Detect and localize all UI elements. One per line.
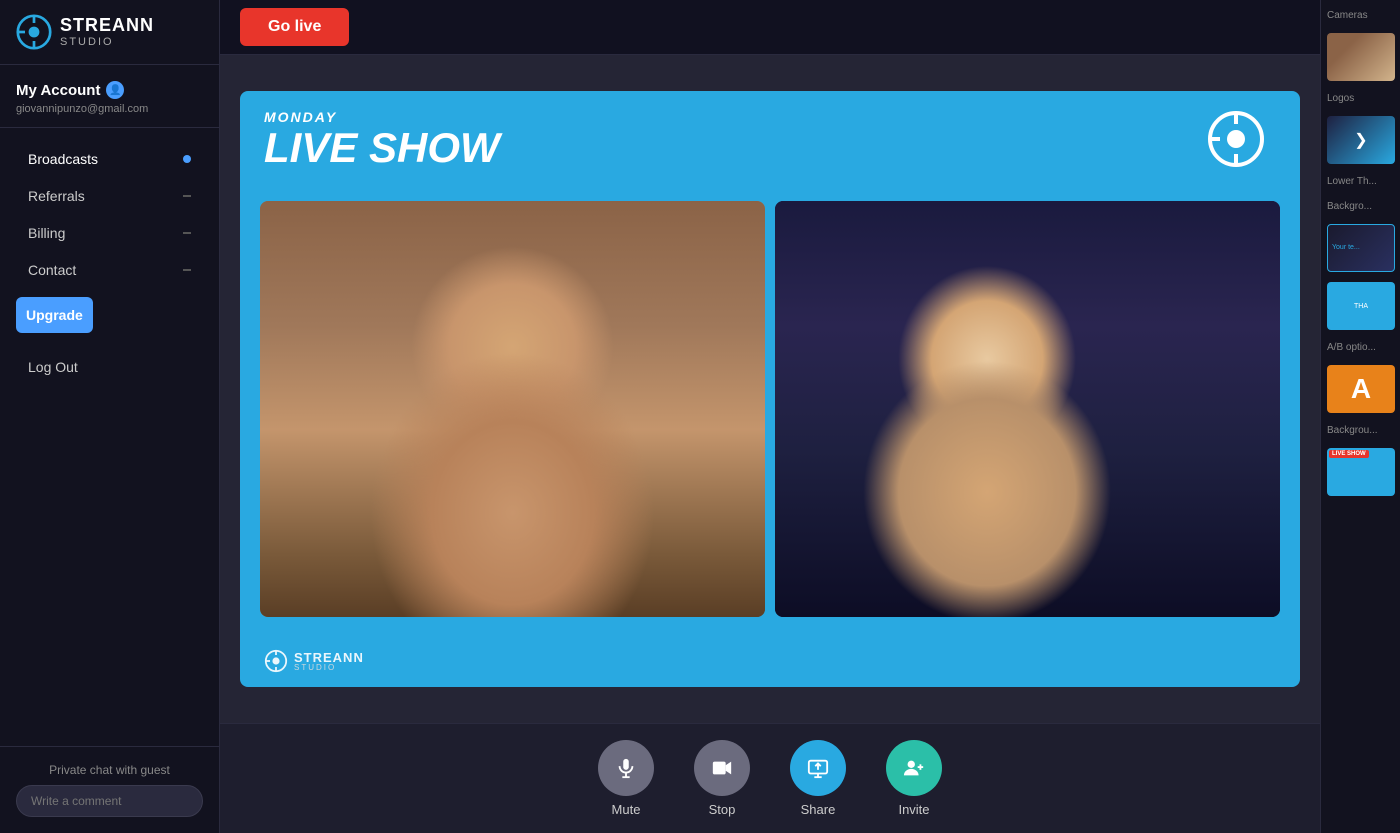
ab-options-section-label: A/B optio... — [1327, 340, 1394, 355]
stop-icon — [694, 740, 750, 796]
cameras-grid — [260, 201, 1280, 617]
stop-label: Stop — [709, 802, 736, 817]
add-user-icon — [903, 757, 925, 779]
logout-label: Log Out — [28, 359, 78, 375]
share-label: Share — [801, 802, 836, 817]
right-panel: Cameras Logos ❯ Lower Th... Backgro... Y… — [1320, 0, 1400, 833]
stop-button[interactable]: Stop — [694, 740, 750, 817]
logo-studio: STUDIO — [60, 36, 154, 48]
mute-icon — [598, 740, 654, 796]
billing-label: Billing — [28, 225, 65, 241]
sidebar-account: My Account 👤 giovannipunzo@gmail.com — [0, 65, 219, 128]
stage-watermark: STREANN STUDIO — [264, 649, 364, 673]
private-chat-section: Private chat with guest — [0, 746, 219, 833]
microphone-icon — [615, 757, 637, 779]
stage-logo — [1196, 109, 1276, 174]
lower-third-section-label: Lower Th... — [1327, 174, 1394, 189]
referrals-dash-icon — [183, 195, 191, 197]
lower-third-text-2: THA — [1352, 301, 1370, 312]
sidebar-logo: STREANN STUDIO — [0, 0, 219, 65]
account-email: giovannipunzo@gmail.com — [16, 103, 203, 115]
sidebar-item-logout[interactable]: Log Out — [8, 349, 211, 385]
billing-dash-icon — [183, 232, 191, 234]
invite-icon — [886, 740, 942, 796]
broadcasts-label: Broadcasts — [28, 151, 98, 167]
contact-dash-icon — [183, 269, 191, 271]
person-right-video — [775, 201, 1280, 617]
comment-input[interactable] — [16, 785, 203, 817]
user-icon: 👤 — [106, 81, 124, 99]
lower-third-text: Your te... — [1332, 244, 1360, 252]
video-area: MONDAY LIVE SHOW — [220, 55, 1320, 723]
logo-streann: STREANN — [60, 16, 154, 36]
streann-stage-logo-icon — [1196, 109, 1276, 169]
upgrade-button[interactable]: Upgrade — [16, 297, 93, 333]
controls-bar: Mute Stop Share — [220, 723, 1320, 833]
camera-stop-icon — [711, 757, 733, 779]
broadcasts-dot-icon — [183, 155, 191, 163]
mute-button[interactable]: Mute — [598, 740, 654, 817]
camera-feed-right — [775, 201, 1280, 617]
invite-button[interactable]: Invite — [886, 740, 942, 817]
sidebar-item-billing[interactable]: Billing — [8, 215, 211, 251]
share-icon — [790, 740, 846, 796]
chevron-right-icon: ❯ — [1354, 130, 1367, 150]
watermark-studio: STUDIO — [294, 664, 364, 672]
mute-label: Mute — [612, 802, 641, 817]
lower-third-thumbnail[interactable]: Your te... — [1327, 224, 1395, 272]
account-title[interactable]: My Account 👤 — [16, 81, 203, 99]
camera-thumbnail[interactable] — [1327, 33, 1395, 81]
logo-thumbnail[interactable]: ❯ — [1327, 116, 1395, 164]
referrals-label: Referrals — [28, 188, 85, 204]
logos-section-label: Logos — [1327, 91, 1394, 106]
screen-share-icon — [807, 757, 829, 779]
live-stage: MONDAY LIVE SHOW — [240, 91, 1300, 687]
ab-letter: A — [1351, 373, 1371, 405]
streann-logo-icon — [16, 14, 52, 50]
private-chat-label: Private chat with guest — [16, 763, 203, 777]
contact-label: Contact — [28, 262, 76, 278]
sidebar-item-referrals[interactable]: Referrals — [8, 178, 211, 214]
background2-section-label: Backgrou... — [1327, 423, 1394, 438]
logo-text: STREANN STUDIO — [60, 16, 154, 48]
live-badge: LIVE SHOW — [1329, 450, 1369, 458]
camera-feed-left — [260, 201, 765, 617]
ab-thumbnail[interactable]: A — [1327, 365, 1395, 413]
go-live-button[interactable]: Go live — [240, 8, 349, 46]
watermark-text: STREANN STUDIO — [294, 651, 364, 672]
account-label: My Account — [16, 82, 100, 99]
background-section-label: Backgro... — [1327, 199, 1394, 214]
cameras-section-label: Cameras — [1327, 8, 1394, 23]
sidebar-item-contact[interactable]: Contact — [8, 252, 211, 288]
watermark-streann: STREANN — [294, 651, 364, 664]
stage-day: MONDAY — [264, 109, 1276, 125]
sidebar: STREANN STUDIO My Account 👤 giovannipunz… — [0, 0, 220, 833]
sidebar-item-broadcasts[interactable]: Broadcasts — [8, 141, 211, 177]
lower-third-thumbnail-2[interactable]: THA — [1327, 282, 1395, 330]
watermark-logo-icon — [264, 649, 288, 673]
sidebar-nav: Broadcasts Referrals Billing Contact Upg… — [0, 128, 219, 746]
stage-header: MONDAY LIVE SHOW — [240, 91, 1300, 181]
stage-title: LIVE SHOW — [264, 125, 1276, 171]
top-bar: Go live — [220, 0, 1320, 55]
main-content: Go live MONDAY LIVE SHOW — [220, 0, 1320, 833]
background-thumbnail[interactable]: LIVE SHOW — [1327, 448, 1395, 496]
invite-label: Invite — [898, 802, 929, 817]
share-button[interactable]: Share — [790, 740, 846, 817]
person-left-video — [260, 201, 765, 617]
